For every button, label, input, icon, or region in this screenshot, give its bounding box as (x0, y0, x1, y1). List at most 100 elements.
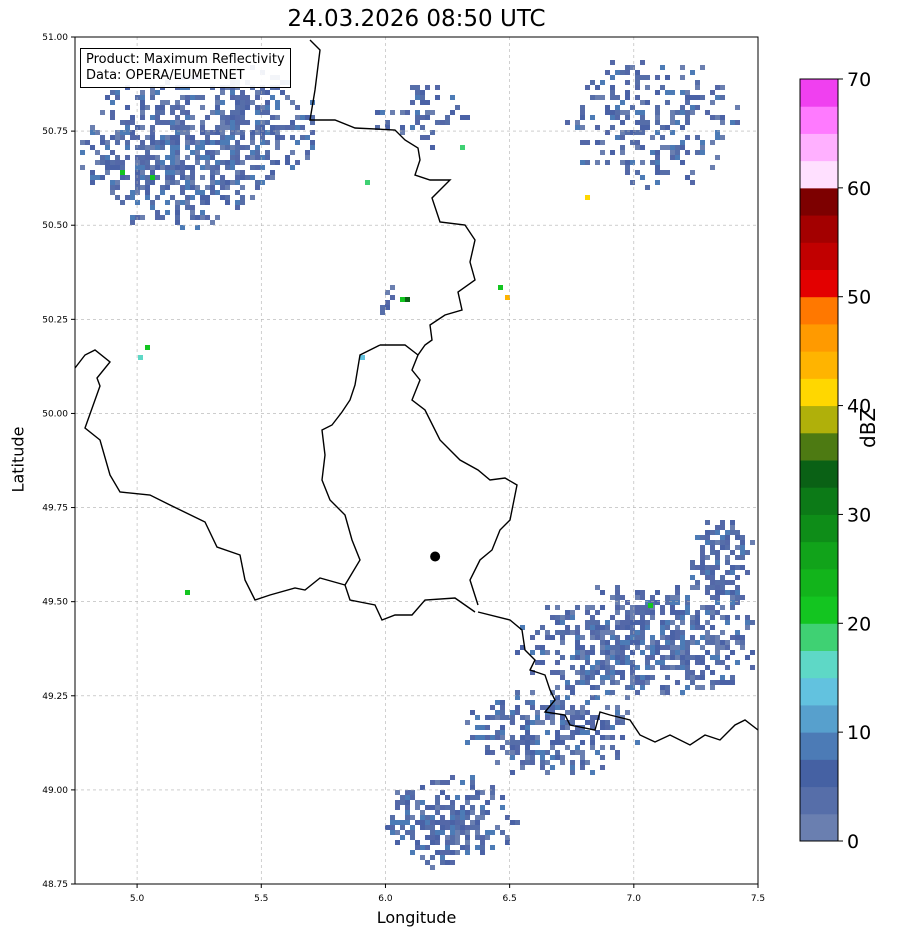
echo-cell (525, 745, 530, 750)
echo-cell (680, 635, 685, 640)
echo-cell (670, 120, 675, 125)
echo-cell (180, 175, 185, 180)
echo-cell (560, 725, 565, 730)
echo-cell (615, 645, 620, 650)
echo-cell (570, 735, 575, 740)
echo-cell (715, 680, 720, 685)
echo-cell (575, 745, 580, 750)
echo-cell (110, 90, 115, 95)
echo-cell (650, 640, 655, 645)
echo-cell (170, 110, 175, 115)
echo-cell (190, 180, 195, 185)
echo-cell (190, 175, 195, 180)
echo-cell (565, 615, 570, 620)
echo-cell (610, 735, 615, 740)
echo-cell (435, 835, 440, 840)
echo-cell (410, 825, 415, 830)
echo-cell (140, 140, 145, 145)
echo-cell (740, 640, 745, 645)
echo-cell (415, 110, 420, 115)
echo-cell (555, 670, 560, 675)
colorbar-segment (800, 786, 838, 815)
echo-cell (690, 180, 695, 185)
echo-cell (635, 630, 640, 635)
radar-map[interactable]: 5.0 5.5 6.0 6.5 7.0 7.5 51.0050.7550.5050.255… (0, 0, 908, 937)
echo-cell (80, 150, 85, 155)
echo-cell (585, 625, 590, 630)
echo-cell (185, 145, 190, 150)
echo-cell (540, 650, 545, 655)
echo-cell (700, 150, 705, 155)
echo-cell (190, 95, 195, 100)
echo-cell (140, 110, 145, 115)
echo-cell (470, 825, 475, 830)
echo-cell (580, 655, 585, 660)
echo-cell (475, 825, 480, 830)
echo-cell (475, 830, 480, 835)
echo-cell (390, 815, 395, 820)
echo-cell (400, 125, 405, 130)
colorbar-segment (800, 514, 838, 543)
echo-cell (700, 635, 705, 640)
echo-cell (735, 575, 740, 580)
echo-cell (590, 645, 595, 650)
echo-cell (635, 680, 640, 685)
echo-cell (515, 710, 520, 715)
echo-cell (250, 175, 255, 180)
echo-cell (460, 780, 465, 785)
echo-cell (670, 115, 675, 120)
echo-cell (405, 820, 410, 825)
echo-cell (540, 765, 545, 770)
echo-cell (450, 110, 455, 115)
echo-cell (290, 135, 295, 140)
echo-cell (165, 200, 170, 205)
echo-cell (130, 130, 135, 135)
echo-cell (160, 110, 165, 115)
echo-cell (200, 155, 205, 160)
echo-cell (695, 85, 700, 90)
echo-cell (620, 660, 625, 665)
echo-cell (655, 110, 660, 115)
echo-cell (450, 820, 455, 825)
echo-cell (270, 115, 275, 120)
echo-cell (425, 860, 430, 865)
echo-cell (225, 165, 230, 170)
echo-cell (390, 110, 395, 115)
echo-cell (405, 810, 410, 815)
echo-cell (110, 180, 115, 185)
echo-cell (580, 635, 585, 640)
echo-cell-strong (120, 170, 125, 175)
echo-cell (655, 105, 660, 110)
colorbar-segment (800, 759, 838, 788)
echo-cell (220, 110, 225, 115)
echo-cell (660, 135, 665, 140)
echo-cell (545, 760, 550, 765)
echo-cell (215, 105, 220, 110)
echo-cell (155, 110, 160, 115)
echo-cell (195, 185, 200, 190)
echo-cell (235, 190, 240, 195)
echo-cell (745, 625, 750, 630)
echo-cell (130, 195, 135, 200)
echo-cell (575, 655, 580, 660)
echo-cell (610, 665, 615, 670)
echo-cell (420, 815, 425, 820)
echo-cell (570, 710, 575, 715)
echo-cell (480, 815, 485, 820)
echo-cell (685, 595, 690, 600)
echo-cell (640, 115, 645, 120)
colorbar-segment (800, 568, 838, 597)
echo-cell (720, 605, 725, 610)
echo-cell (555, 620, 560, 625)
echo-cell (650, 675, 655, 680)
echo-cell (475, 820, 480, 825)
echo-cell (715, 590, 720, 595)
echo-cell (420, 125, 425, 130)
echo-cell (175, 100, 180, 105)
echo-cell (455, 825, 460, 830)
echo-cell (245, 95, 250, 100)
echo-cell (220, 185, 225, 190)
echo-cell (400, 110, 405, 115)
echo-cell (645, 675, 650, 680)
echo-cell (655, 590, 660, 595)
